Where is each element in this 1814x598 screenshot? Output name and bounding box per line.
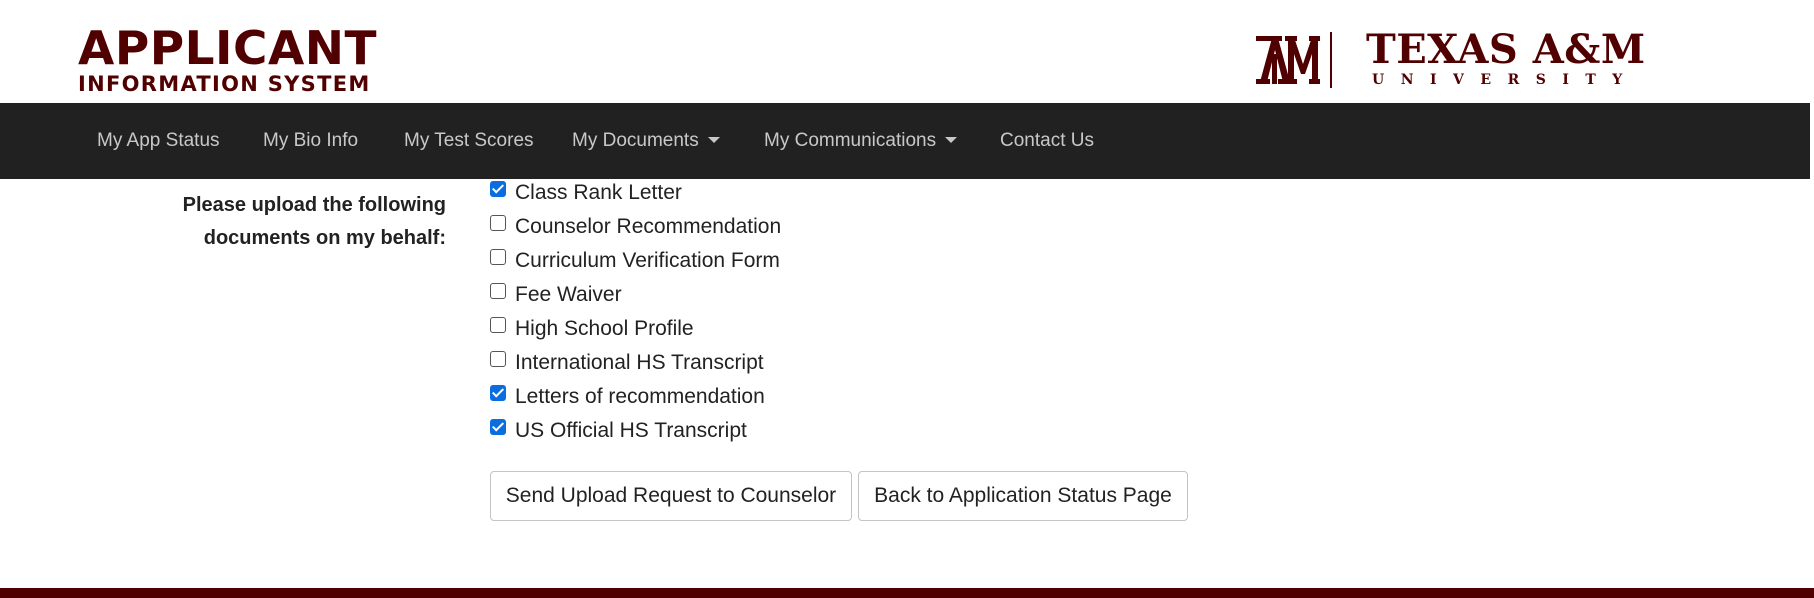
university-name: TEXAS A&M [1366, 26, 1646, 73]
site-header: APPLICANT INFORMATION SYSTEM TEXAS A&M U… [0, 0, 1814, 103]
nav-item-label: My Documents [572, 130, 699, 151]
checkbox[interactable] [490, 215, 506, 231]
applicant-information-system-logo[interactable]: APPLICANT INFORMATION SYSTEM [78, 25, 377, 96]
nav-item-my-app-status[interactable]: My App Status [97, 103, 220, 179]
checkbox[interactable] [490, 385, 506, 401]
university-subtitle: UNIVERSITY [1372, 72, 1639, 88]
main-navbar: My App Status My Bio Info My Test Scores… [0, 103, 1810, 179]
document-option-label: Letters of recommendation [515, 385, 765, 408]
chevron-down-icon [945, 136, 958, 143]
document-option-label: Counselor Recommendation [515, 215, 782, 238]
document-option-label: Curriculum Verification Form [515, 249, 780, 272]
brand-subtitle: INFORMATION SYSTEM [78, 72, 371, 96]
footer-bar [0, 588, 1814, 598]
send-upload-request-button[interactable]: Send Upload Request to Counselor [490, 471, 852, 521]
nav-item-my-bio-info[interactable]: My Bio Info [263, 103, 358, 179]
checkbox[interactable] [490, 351, 506, 367]
brand-title: APPLICANT [78, 21, 378, 75]
checkbox[interactable] [490, 283, 506, 299]
checkbox[interactable] [490, 419, 506, 435]
document-option-label: Fee Waiver [515, 283, 622, 306]
atm-mark-icon [1256, 36, 1320, 84]
back-to-status-button[interactable]: Back to Application Status Page [858, 471, 1188, 521]
checkbox[interactable] [490, 249, 506, 265]
document-option-label: High School Profile [515, 317, 694, 340]
nav-item-contact-us[interactable]: Contact Us [1000, 103, 1094, 179]
label-line-1: Please upload the following [182, 194, 446, 216]
label-line-2: documents on my behalf: [203, 227, 446, 249]
logo-divider [1330, 32, 1332, 88]
nav-item-my-communications[interactable]: My Communications [764, 103, 958, 179]
checkbox[interactable] [490, 317, 506, 333]
checkbox[interactable] [490, 181, 506, 197]
documents-field-label: Please upload the following documents on… [183, 189, 446, 255]
document-option-label: International HS Transcript [515, 351, 764, 374]
document-option-label: Class Rank Letter [515, 181, 682, 204]
chevron-down-icon [707, 136, 720, 143]
nav-item-my-documents[interactable]: My Documents [572, 103, 720, 179]
nav-item-label: My Communications [764, 130, 937, 151]
document-option-label: US Official HS Transcript [515, 419, 747, 442]
nav-item-my-test-scores[interactable]: My Test Scores [404, 103, 534, 179]
